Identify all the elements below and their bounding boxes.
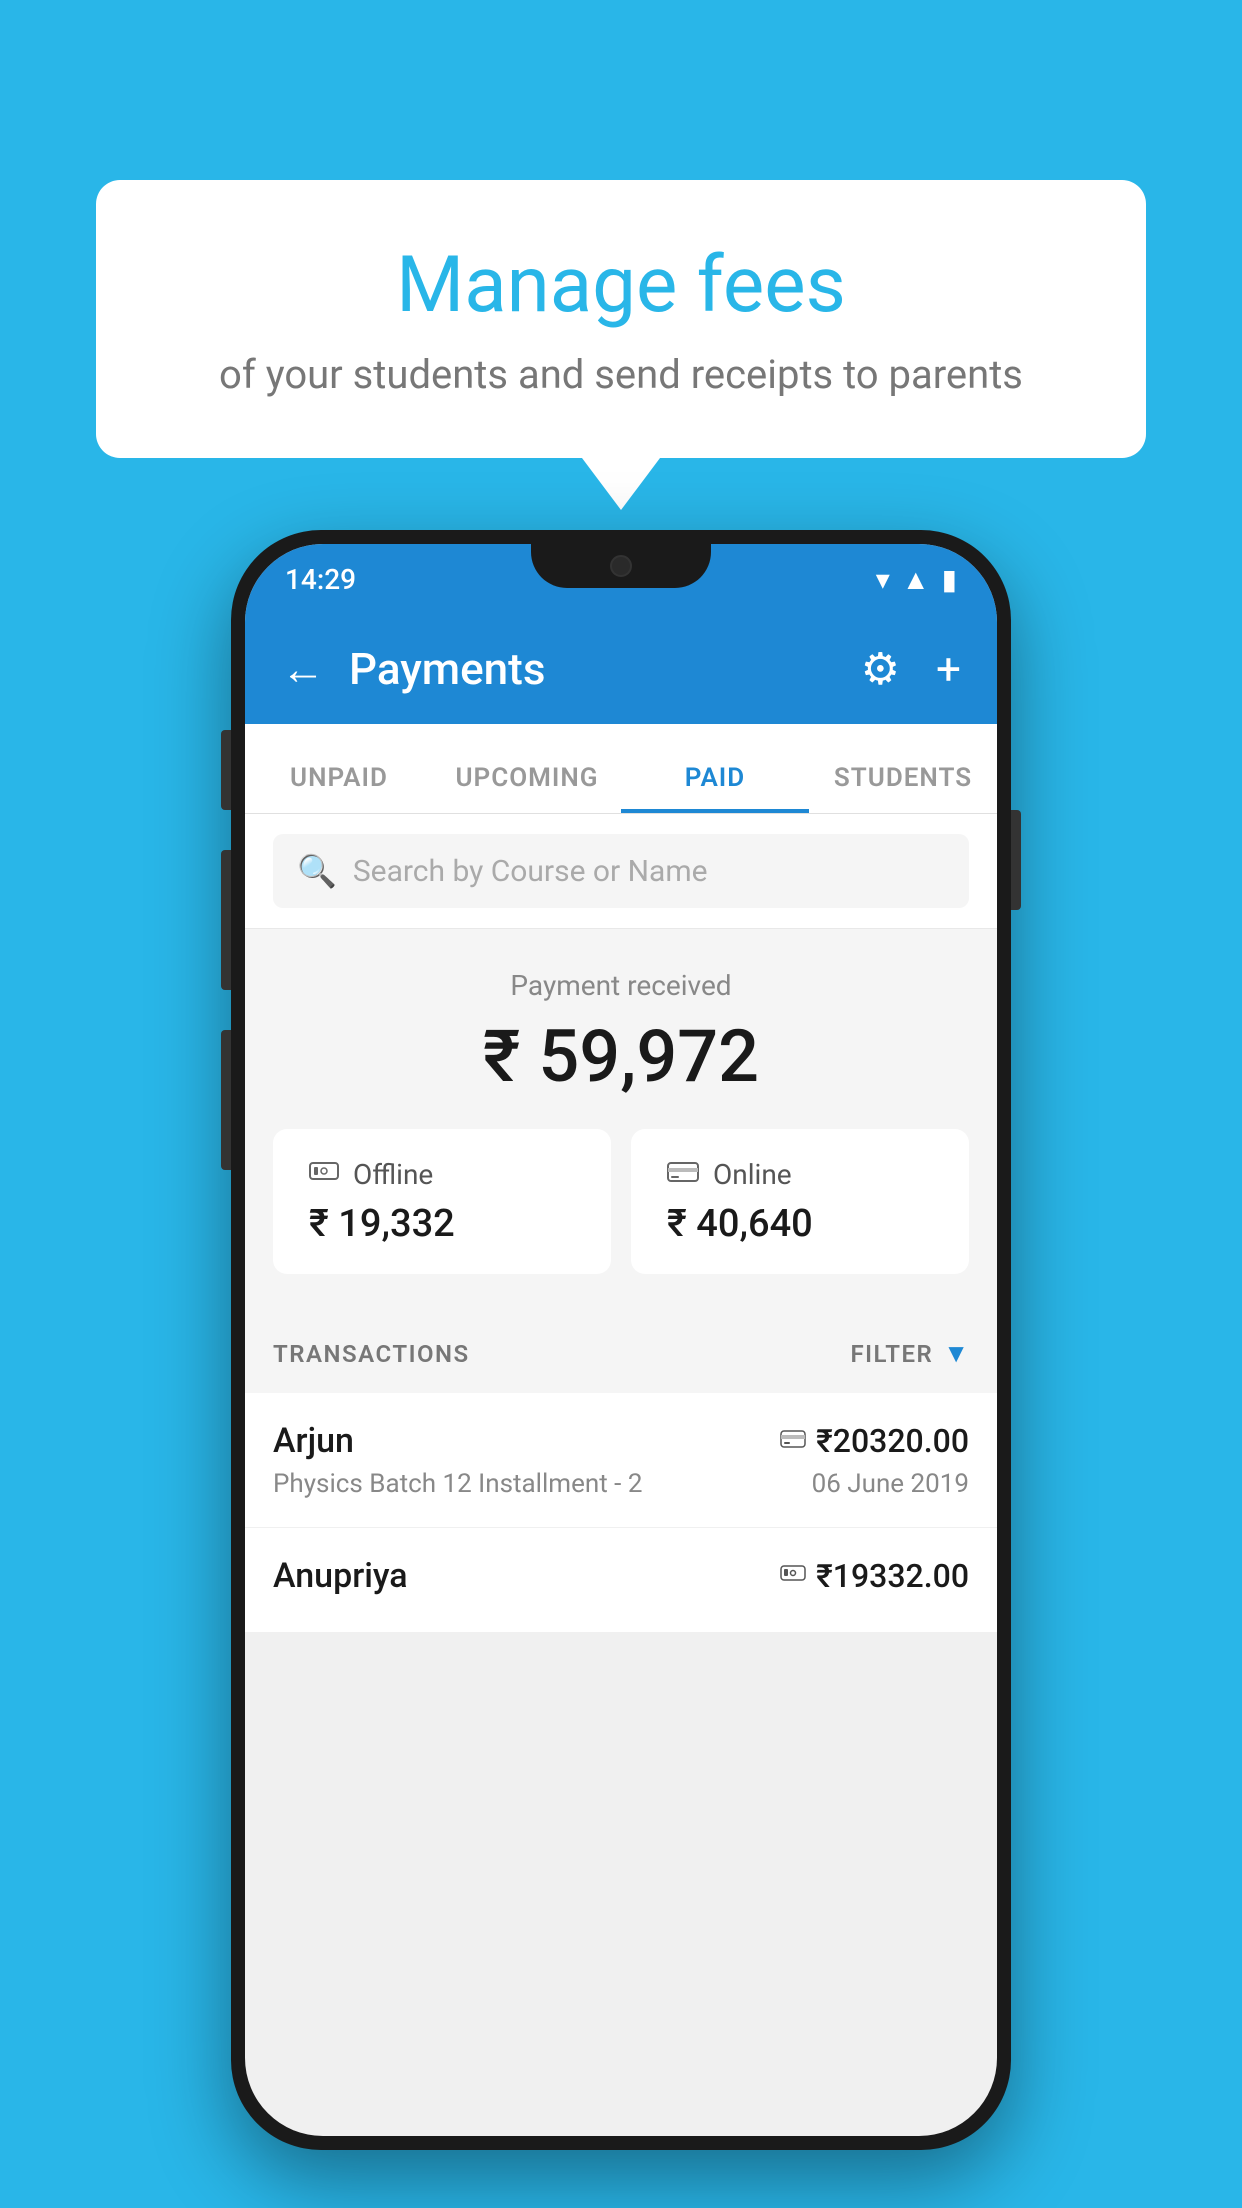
add-button[interactable]: + — [936, 643, 961, 695]
filter-row[interactable]: FILTER ▼ — [850, 1338, 969, 1369]
search-icon: 🔍 — [297, 852, 337, 890]
payment-total-amount: ₹ 59,972 — [273, 1014, 969, 1099]
offline-amount: ₹ 19,332 — [309, 1202, 455, 1246]
transaction-name-arjun: Arjun — [273, 1421, 354, 1461]
offline-icon — [309, 1157, 339, 1192]
offline-payment-icon — [780, 1561, 806, 1591]
hero-title: Manage fees — [176, 240, 1066, 331]
online-payment-icon — [780, 1426, 806, 1456]
header-right: ⚙ + — [861, 643, 961, 695]
hero-subtitle: of your students and send receipts to pa… — [176, 351, 1066, 398]
tab-students[interactable]: STUDENTS — [809, 763, 997, 813]
app-header: ← Payments ⚙ + — [245, 614, 997, 724]
wifi-icon: ▾ — [876, 563, 890, 596]
status-time: 14:29 — [285, 563, 356, 596]
filter-label[interactable]: FILTER — [850, 1340, 933, 1368]
arjun-amount-row: ₹20320.00 — [780, 1422, 969, 1460]
online-card: Online ₹ 40,640 — [631, 1129, 969, 1274]
payment-cards: Offline ₹ 19,332 — [273, 1129, 969, 1274]
tab-paid[interactable]: PAID — [621, 763, 809, 813]
tabs-bar: UNPAID UPCOMING PAID STUDENTS — [245, 724, 997, 814]
status-icons: ▾ ▲ ▮ — [876, 563, 957, 596]
transaction-date-arjun: 06 June 2019 — [812, 1469, 969, 1499]
table-row[interactable]: Arjun ₹20320.00 Physics Batch 1 — [245, 1393, 997, 1528]
tab-upcoming[interactable]: UPCOMING — [433, 763, 621, 813]
transaction-course-arjun: Physics Batch 12 Installment - 2 — [273, 1469, 642, 1499]
phone-notch — [531, 544, 711, 588]
payment-summary: Payment received ₹ 59,972 — [245, 929, 997, 1314]
transaction-top-arjun: Arjun ₹20320.00 — [273, 1421, 969, 1461]
phone-extra-button — [221, 1030, 231, 1170]
header-left: ← Payments — [281, 643, 545, 695]
transaction-amount-arjun: ₹20320.00 — [816, 1422, 969, 1460]
offline-label: Offline — [353, 1158, 433, 1191]
speech-bubble: Manage fees of your students and send re… — [96, 180, 1146, 458]
online-amount: ₹ 40,640 — [667, 1202, 813, 1246]
transactions-header: TRANSACTIONS FILTER ▼ — [245, 1314, 997, 1393]
signal-icon: ▲ — [902, 563, 930, 596]
settings-icon[interactable]: ⚙ — [861, 643, 900, 695]
transaction-bottom-arjun: Physics Batch 12 Installment - 2 06 June… — [273, 1469, 969, 1499]
online-icon — [667, 1157, 699, 1192]
anupriya-amount-row: ₹19332.00 — [780, 1557, 969, 1595]
transactions-label: TRANSACTIONS — [273, 1340, 470, 1368]
online-card-row: Online — [667, 1157, 792, 1192]
offline-card-row: Offline — [309, 1157, 433, 1192]
phone-power-button — [1011, 810, 1021, 910]
transaction-name-anupriya: Anupriya — [273, 1556, 408, 1596]
online-label: Online — [713, 1158, 792, 1191]
offline-card: Offline ₹ 19,332 — [273, 1129, 611, 1274]
transaction-top-anupriya: Anupriya ₹19332.00 — [273, 1556, 969, 1596]
transaction-amount-anupriya: ₹19332.00 — [816, 1557, 969, 1595]
phone-mockup: 14:29 ▾ ▲ ▮ ← Payments ⚙ + — [231, 530, 1011, 2150]
tab-unpaid[interactable]: UNPAID — [245, 763, 433, 813]
filter-icon[interactable]: ▼ — [943, 1338, 969, 1369]
page-title: Payments — [349, 643, 545, 695]
battery-icon: ▮ — [942, 563, 957, 596]
table-row[interactable]: Anupriya ₹19332.00 — [245, 1528, 997, 1633]
search-container: 🔍 Search by Course or Name — [245, 814, 997, 929]
search-box[interactable]: 🔍 Search by Course or Name — [273, 834, 969, 908]
phone-volume-up-button — [221, 730, 231, 810]
front-camera — [610, 555, 632, 577]
payment-received-label: Payment received — [273, 969, 969, 1002]
phone-volume-down-button — [221, 850, 231, 990]
back-button[interactable]: ← — [281, 643, 325, 695]
search-input[interactable]: Search by Course or Name — [353, 854, 708, 889]
